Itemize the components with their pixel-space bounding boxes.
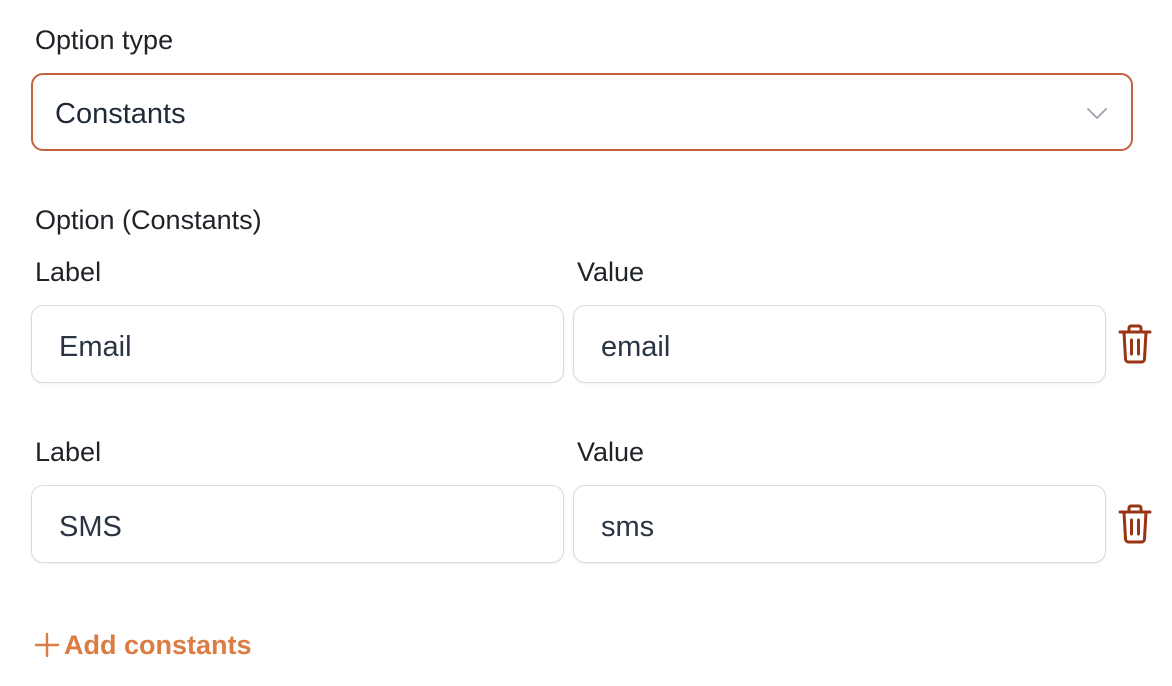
row-2-value-input-value: sms xyxy=(601,511,655,543)
row-2-delete-trash-icon[interactable] xyxy=(1117,504,1153,544)
row-1-label-input-value: Email xyxy=(59,331,132,363)
row-1-value-input-value: email xyxy=(601,331,671,363)
row-2-label-input[interactable]: SMS xyxy=(31,485,564,563)
options-section-title: Option (Constants) xyxy=(35,205,262,235)
option-type-label: Option type xyxy=(35,25,174,55)
add-constants-label: Add constants xyxy=(64,630,252,660)
row-1-label-input[interactable]: Email xyxy=(31,305,564,383)
row-2-value-caption: Value xyxy=(577,437,645,467)
row-2-value-input[interactable]: sms xyxy=(573,485,1106,563)
add-constants-button[interactable]: Add constants xyxy=(34,626,252,664)
chevron-down-icon xyxy=(1087,108,1107,119)
row-2-label-input-value: SMS xyxy=(59,511,122,543)
plus-icon xyxy=(34,632,60,658)
row-1-label-caption: Label xyxy=(35,257,102,287)
option-type-selected-value: Constants xyxy=(55,98,186,130)
row-1-delete-trash-icon[interactable] xyxy=(1117,324,1153,364)
option-type-select[interactable]: Constants xyxy=(31,73,1133,151)
row-1-value-input[interactable]: email xyxy=(573,305,1106,383)
option-type-form: Option type Constants Option (Constants)… xyxy=(0,0,1172,686)
row-2-label-caption: Label xyxy=(35,437,102,467)
row-1-value-caption: Value xyxy=(577,257,645,287)
